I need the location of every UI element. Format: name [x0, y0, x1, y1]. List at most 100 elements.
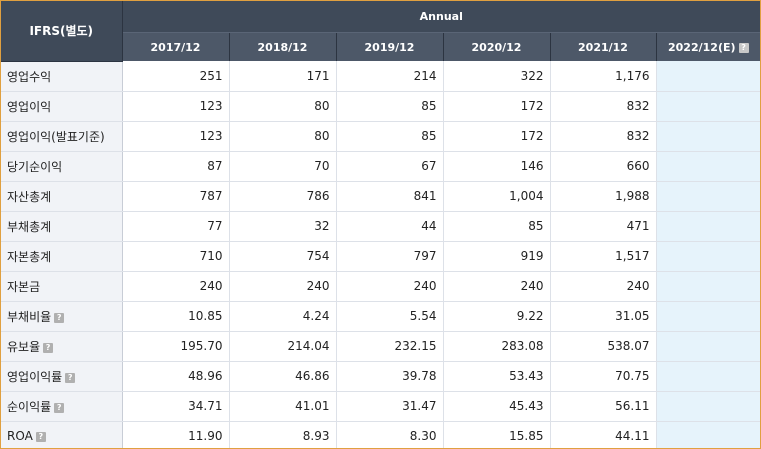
estimate-cell [656, 151, 760, 182]
row-label: 자산총계 [7, 189, 52, 204]
table-row: 영업이익률? 48.96 46.86 39.78 53.43 70.75 [1, 361, 760, 392]
value-cell: 841 [336, 181, 444, 212]
value-cell: 46.86 [229, 361, 337, 392]
estimate-cell [656, 421, 760, 448]
help-icon[interactable]: ? [54, 312, 65, 323]
year-header-label: 2020/12 [471, 40, 522, 54]
row-label: 당기순이익 [7, 159, 63, 174]
row-label-cell: 부채총계 [1, 211, 123, 242]
value-cell: 172 [443, 121, 551, 152]
row-label: 자본총계 [7, 249, 52, 264]
year-header-label: 2021/12 [578, 40, 628, 54]
help-icon[interactable]: ? [65, 372, 76, 383]
row-label-cell: 순이익률? [1, 391, 123, 422]
value-cell: 70 [229, 151, 337, 182]
row-label: 자본금 [7, 279, 41, 294]
value-cell: 322 [443, 61, 551, 92]
row-label: 부채총계 [7, 219, 52, 234]
year-header: 2019/12 [336, 32, 444, 61]
value-cell: 56.11 [550, 391, 657, 422]
help-icon[interactable]: ? [43, 342, 54, 353]
row-label: 순이익률 [7, 399, 52, 414]
value-cell: 70.75 [550, 361, 657, 392]
row-label-cell: 영업이익 [1, 91, 123, 122]
value-cell: 214.04 [229, 331, 337, 362]
financial-summary-table: IFRS(별도) Annual 2017/12 2018/12 2019/12 202… [1, 1, 760, 448]
value-cell: 5.54 [336, 301, 444, 332]
value-cell: 240 [550, 271, 657, 302]
value-cell: 710 [122, 241, 230, 272]
value-cell: 283.08 [443, 331, 551, 362]
value-cell: 1,176 [550, 61, 657, 92]
value-cell: 53.43 [443, 361, 551, 392]
value-cell: 240 [122, 271, 230, 302]
value-cell: 919 [443, 241, 551, 272]
value-cell: 11.90 [122, 421, 230, 448]
table-row: 영업수익 251 171 214 322 1,176 [1, 61, 760, 92]
row-label: ROA [7, 429, 33, 443]
value-cell: 80 [229, 121, 337, 152]
help-icon[interactable]: ? [738, 42, 749, 53]
value-cell: 1,517 [550, 241, 657, 272]
row-label-cell: 영업수익 [1, 61, 123, 92]
row-label-cell: 당기순이익 [1, 151, 123, 182]
row-label: 영업이익 [7, 99, 52, 114]
value-cell: 77 [122, 211, 230, 242]
help-icon[interactable]: ? [54, 402, 65, 413]
value-cell: 41.01 [229, 391, 337, 422]
row-label-cell: 영업이익(발표기준) [1, 121, 123, 152]
table-row: 자산총계 787 786 841 1,004 1,988 [1, 181, 760, 212]
value-cell: 538.07 [550, 331, 657, 362]
year-header: 2020/12 [443, 32, 551, 61]
estimate-cell [656, 271, 760, 302]
value-cell: 85 [336, 91, 444, 122]
value-cell: 123 [122, 91, 230, 122]
value-cell: 8.93 [229, 421, 337, 448]
row-label: 영업이익(발표기준) [7, 129, 105, 144]
value-cell: 44 [336, 211, 444, 242]
value-cell: 786 [229, 181, 337, 212]
value-cell: 48.96 [122, 361, 230, 392]
value-cell: 240 [229, 271, 337, 302]
value-cell: 195.70 [122, 331, 230, 362]
help-icon[interactable]: ? [35, 432, 46, 442]
value-cell: 34.71 [122, 391, 230, 422]
value-cell: 45.43 [443, 391, 551, 422]
value-cell: 797 [336, 241, 444, 272]
row-label-cell: 영업이익률? [1, 361, 123, 392]
row-label-cell: 자본총계 [1, 241, 123, 272]
estimate-cell [656, 361, 760, 392]
value-cell: 214 [336, 61, 444, 92]
value-cell: 32 [229, 211, 337, 242]
table-body: 영업수익 251 171 214 322 1,176 영업이익 123 80 85 172 832 영업… [1, 61, 760, 448]
row-label: 영업수익 [7, 69, 52, 84]
value-cell: 80 [229, 91, 337, 122]
value-cell: 31.05 [550, 301, 657, 332]
estimate-cell [656, 61, 760, 92]
corner-header: IFRS(별도) [1, 1, 123, 62]
row-label: 유보율 [7, 339, 41, 354]
value-cell: 39.78 [336, 361, 444, 392]
value-cell: 232.15 [336, 331, 444, 362]
value-cell: 44.11 [550, 421, 657, 448]
row-label-cell: 부채비율? [1, 301, 123, 332]
value-cell: 471 [550, 211, 657, 242]
table-row: 당기순이익 87 70 67 146 660 [1, 151, 760, 182]
table-row: 순이익률? 34.71 41.01 31.47 45.43 56.11 [1, 391, 760, 422]
value-cell: 146 [443, 151, 551, 182]
table-row: ROA? 11.90 8.93 8.30 15.85 44.11 [1, 421, 760, 448]
row-label-cell: ROA? [1, 421, 123, 448]
year-header-label: 2018/12 [257, 40, 308, 54]
value-cell: 123 [122, 121, 230, 152]
table-row: 부채비율? 10.85 4.24 5.54 9.22 31.05 [1, 301, 760, 332]
value-cell: 787 [122, 181, 230, 212]
annual-group-header: Annual [122, 1, 760, 33]
value-cell: 172 [443, 91, 551, 122]
row-label: 부채비율 [7, 309, 52, 324]
row-label-cell: 자본금 [1, 271, 123, 302]
value-cell: 4.24 [229, 301, 337, 332]
financial-table-frame: IFRS(별도) Annual 2017/12 2018/12 2019/12 202… [0, 0, 761, 449]
value-cell: 31.47 [336, 391, 444, 422]
year-header: 2017/12 [122, 32, 230, 61]
estimate-cell [656, 121, 760, 152]
